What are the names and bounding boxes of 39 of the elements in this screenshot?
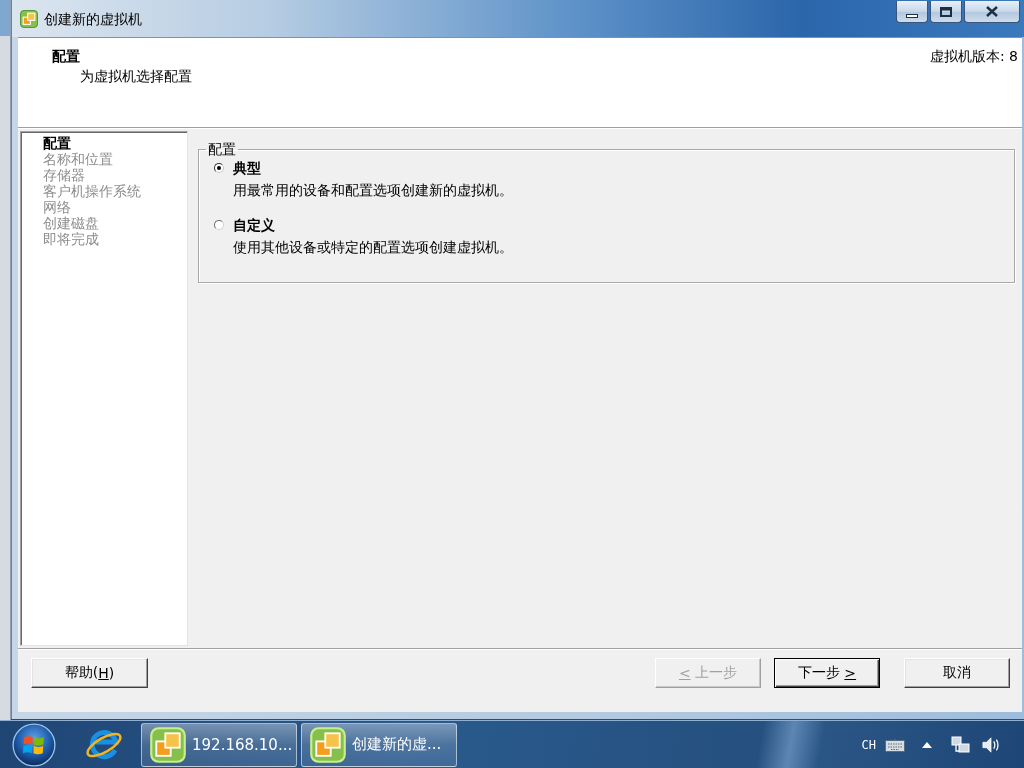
radio-button[interactable] <box>214 163 224 173</box>
up-arrow-icon[interactable] <box>922 741 932 748</box>
squares-logo-icon <box>150 726 186 763</box>
volume-icon[interactable] <box>982 735 1000 754</box>
squares-logo-icon <box>310 726 346 763</box>
close-button[interactable] <box>964 1 1020 23</box>
option-description: 用最常用的设备和配置选项创建新的虚拟机。 <box>233 181 513 200</box>
option-label[interactable]: 自定义 <box>233 215 275 235</box>
next-button[interactable]: 下一步 > <box>774 658 880 688</box>
step-item: 创建磁盘 <box>43 215 99 231</box>
help-button[interactable]: 帮助(H) <box>31 658 148 688</box>
minimize-icon <box>906 13 918 18</box>
maximize-icon <box>940 6 952 17</box>
minimize-button[interactable] <box>896 1 928 23</box>
version-label: 虚拟机版本: 8 <box>929 47 1018 66</box>
step-item: 配置 <box>43 135 71 151</box>
step-item: 即将完成 <box>43 231 99 247</box>
option-description: 使用其他设备或特定的配置选项创建虚拟机。 <box>233 238 513 257</box>
cancel-button[interactable]: 取消 <box>904 658 1010 688</box>
step-item: 网络 <box>43 199 71 215</box>
page-subtitle: 为虚拟机选择配置 <box>80 67 192 86</box>
radio-button[interactable] <box>214 220 224 230</box>
keyboard-icon[interactable] <box>885 737 905 752</box>
group-legend: 配置 <box>206 141 238 157</box>
windows-logo-icon <box>12 722 56 767</box>
squares-logo-icon <box>20 10 38 28</box>
window-title: 创建新的虚拟机 <box>44 10 142 28</box>
option-label[interactable]: 典型 <box>233 158 261 178</box>
start-button[interactable] <box>12 722 56 767</box>
taskbar-window-button[interactable]: 192.168.10... <box>141 722 297 767</box>
page-title: 配置 <box>52 47 80 66</box>
close-icon <box>986 6 998 17</box>
step-item: 存储器 <box>43 167 85 183</box>
maximize-button[interactable] <box>930 1 962 23</box>
network-icon[interactable] <box>951 734 971 755</box>
step-item: 名称和位置 <box>43 151 113 167</box>
step-item: 客户机操作系统 <box>43 183 141 199</box>
taskbar-window-button[interactable]: 创建新的虚... <box>301 722 457 767</box>
language-indicator[interactable]: CH <box>861 737 876 752</box>
